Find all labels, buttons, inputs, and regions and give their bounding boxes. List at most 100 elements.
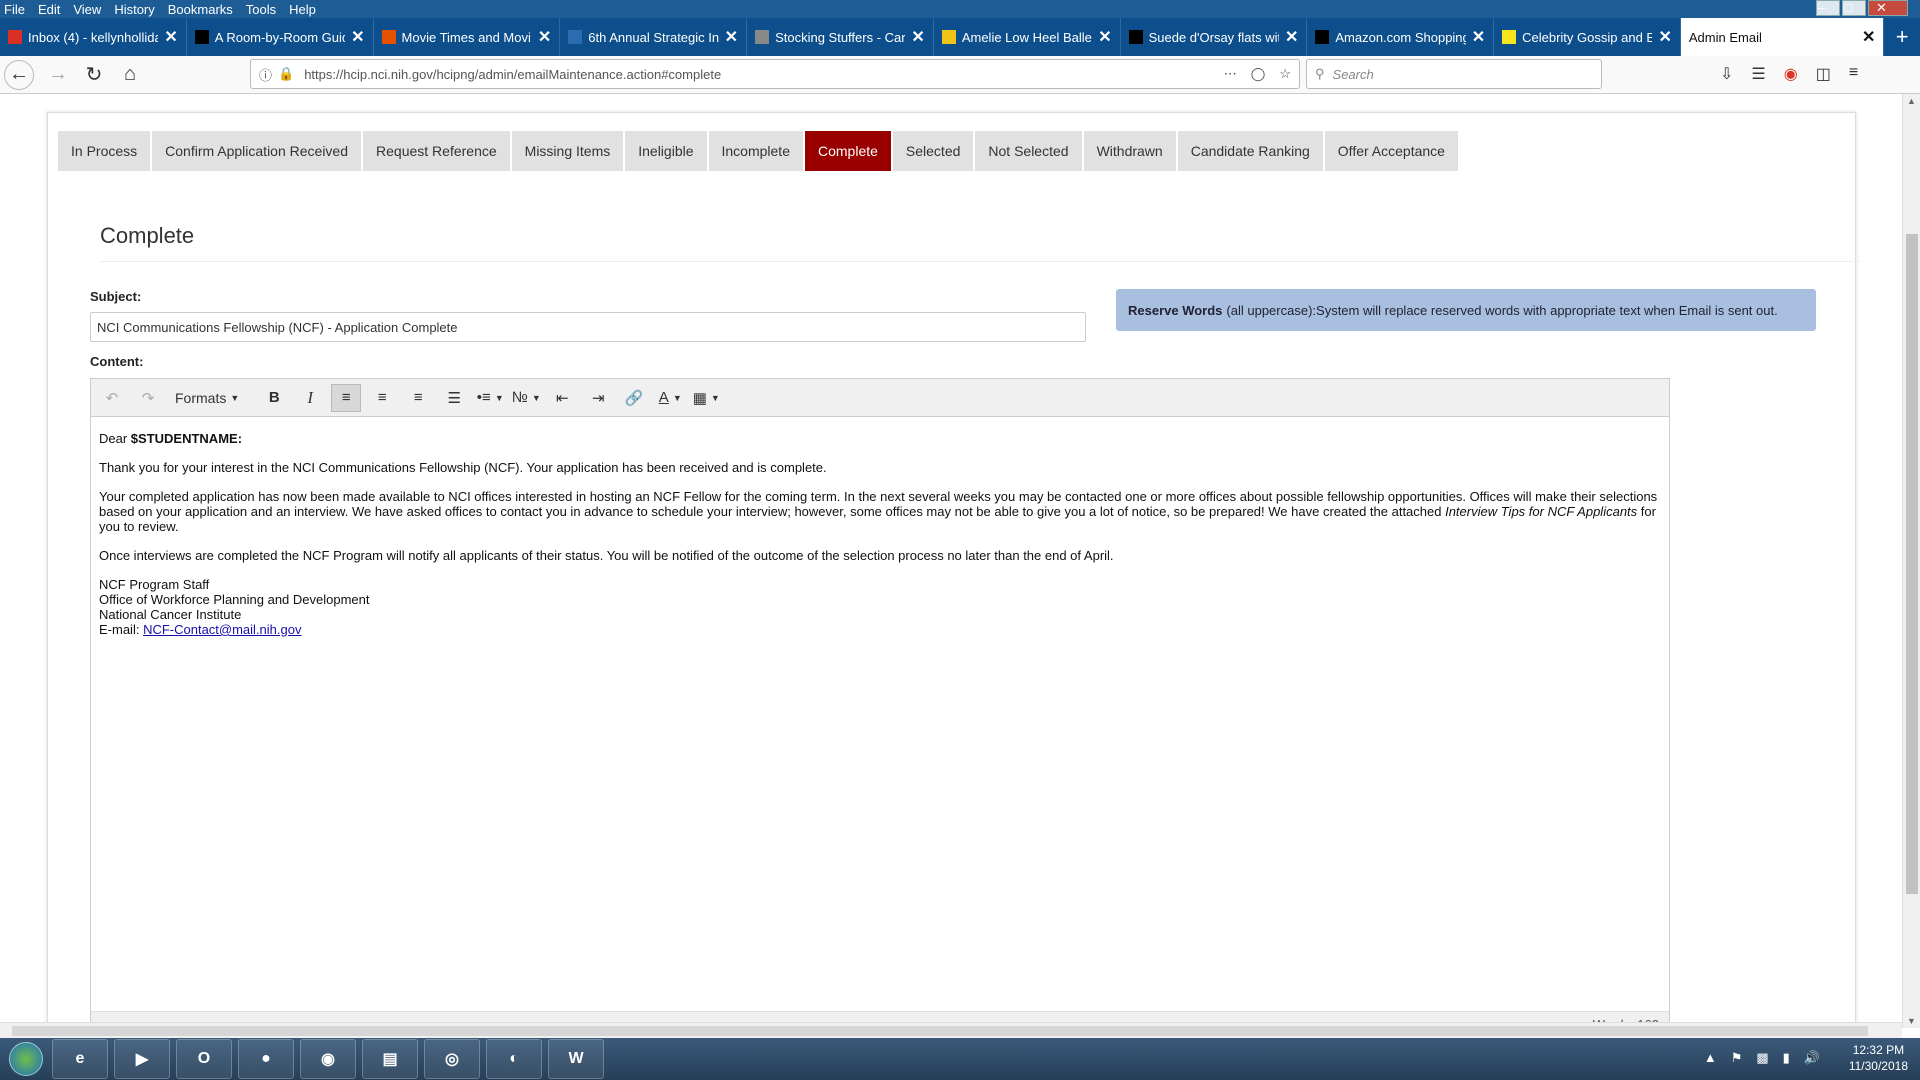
table-button[interactable]: ▦ ▼ (691, 384, 721, 412)
maximize-button[interactable]: □ (1842, 0, 1866, 16)
browser-tab[interactable]: 6th Annual Strategic Int ✕ (560, 18, 748, 56)
browser-tab[interactable]: Amazon.com Shopping ✕ (1307, 18, 1495, 56)
file-explorer-taskbar-button[interactable]: ▤ (362, 1039, 418, 1079)
minimize-button[interactable]: – (1816, 0, 1840, 16)
scroll-down-icon[interactable]: ▼ (1907, 1016, 1916, 1026)
menu-edit[interactable]: Edit (38, 2, 60, 17)
bookmark-star-icon[interactable]: ☆ (1279, 66, 1291, 82)
close-window-button[interactable]: ✕ (1868, 0, 1908, 16)
browser-tab[interactable]: A Room-by-Room Guid ✕ (187, 18, 374, 56)
close-tab-icon[interactable]: ✕ (1472, 27, 1485, 47)
remote-desktop-taskbar-button[interactable]: ◐ (486, 1039, 542, 1079)
url-bar[interactable]: ⓘ 🔒 https://hcip.nci.nih.gov/hcipng/admi… (250, 59, 1300, 89)
menu-view[interactable]: View (73, 2, 101, 17)
tab-not-selected[interactable]: Not Selected (975, 131, 1082, 171)
scroll-up-icon[interactable]: ▲ (1907, 96, 1916, 106)
vertical-scroll-thumb[interactable] (1906, 234, 1918, 894)
horizontal-scrollbar[interactable] (0, 1022, 1902, 1038)
menu-history[interactable]: History (114, 2, 154, 17)
menu-icon[interactable]: ≡ (1849, 64, 1858, 84)
horizontal-scroll-thumb[interactable] (12, 1026, 1868, 1036)
power-icon[interactable]: ▮ (1783, 1050, 1790, 1066)
page-actions-icon[interactable]: ⋯ (1224, 66, 1237, 82)
bullet-list-button[interactable]: •≡ ▼ (475, 384, 505, 412)
tab-ineligible[interactable]: Ineligible (625, 131, 707, 171)
close-tab-icon[interactable]: ✕ (911, 27, 924, 47)
ie-taskbar-button[interactable]: e (52, 1039, 108, 1079)
tab-in-process[interactable]: In Process (58, 131, 151, 171)
library-icon[interactable]: ☰ (1751, 64, 1765, 84)
show-hidden-icons-icon[interactable]: ▲ (1704, 1050, 1717, 1066)
close-tab-icon[interactable]: ✕ (1098, 27, 1111, 47)
tab-selected[interactable]: Selected (892, 131, 974, 171)
close-tab-icon[interactable]: ✕ (725, 27, 738, 47)
forward-button[interactable]: → (40, 60, 76, 90)
close-tab-icon[interactable]: ✕ (1285, 27, 1298, 47)
align-left-button[interactable]: ≡ (331, 383, 362, 412)
menu-bookmarks[interactable]: Bookmarks (168, 2, 233, 17)
volume-icon[interactable]: 🔊 (1804, 1050, 1820, 1066)
bold-button[interactable]: B (259, 384, 289, 412)
tab-request-reference[interactable]: Request Reference (363, 131, 510, 171)
close-tab-icon[interactable]: ✕ (351, 27, 364, 47)
url-text[interactable]: https://hcip.nci.nih.gov/hcipng/admin/em… (304, 67, 721, 82)
align-center-button[interactable]: ≡ (367, 384, 397, 412)
word-taskbar-button[interactable]: W (548, 1039, 604, 1079)
outdent-button[interactable]: ⇤ (547, 384, 577, 412)
pocket-icon[interactable]: ◉ (1784, 64, 1798, 84)
editor-content[interactable]: Dear $STUDENTNAME: Thank you for your in… (91, 417, 1669, 997)
undo-button[interactable]: ↶ (97, 384, 127, 412)
browser-tab[interactable]: Suede d'Orsay flats with ✕ (1121, 18, 1308, 56)
align-right-button[interactable]: ≡ (403, 384, 433, 412)
browser-tab[interactable]: Celebrity Gossip and Ent ✕ (1494, 18, 1681, 56)
link-button[interactable]: 🔗 (619, 384, 649, 412)
info-icon[interactable]: ⓘ (259, 65, 272, 84)
justify-button[interactable]: ☰ (439, 384, 469, 412)
reload-button[interactable]: ↻ (76, 60, 112, 90)
redo-button[interactable]: ↷ (133, 384, 163, 412)
browser-tab[interactable]: Stocking Stuffers - Carly ✕ (747, 18, 934, 56)
browser-tab[interactable]: Movie Times and Movi ✕ (374, 18, 561, 56)
browser-tab[interactable]: Inbox (4) - kellynhollida ✕ (0, 18, 187, 56)
tab-confirm-application-received[interactable]: Confirm Application Received (152, 131, 362, 171)
system-clock[interactable]: 12:32 PM 11/30/2018 (1849, 1042, 1908, 1074)
numbered-list-button[interactable]: № ▼ (511, 384, 541, 412)
vertical-scrollbar[interactable]: ▲ ▼ (1902, 94, 1920, 1028)
formats-dropdown[interactable]: Formats ▼ (169, 384, 245, 412)
subject-input[interactable] (90, 312, 1086, 342)
menu-help[interactable]: Help (289, 2, 316, 17)
flag-icon[interactable]: ⚑ (1731, 1050, 1743, 1066)
network-icon[interactable]: ▩ (1756, 1050, 1768, 1066)
pocket-icon[interactable]: ◯ (1251, 66, 1266, 82)
menu-tools[interactable]: Tools (246, 2, 276, 17)
tab-incomplete[interactable]: Incomplete (708, 131, 803, 171)
firefox-taskbar-button[interactable]: ● (238, 1039, 294, 1079)
tab-candidate-ranking[interactable]: Candidate Ranking (1177, 131, 1323, 171)
home-button[interactable]: ⌂ (112, 60, 148, 90)
close-tab-icon[interactable]: ✕ (164, 27, 177, 47)
tab-offer-acceptance[interactable]: Offer Acceptance (1324, 131, 1458, 171)
browser-tab[interactable]: Amelie Low Heel Balleri ✕ (934, 18, 1121, 56)
search-input[interactable]: ⚲ Search (1306, 59, 1602, 89)
tab-withdrawn[interactable]: Withdrawn (1083, 131, 1176, 171)
close-tab-icon[interactable]: ✕ (1862, 27, 1875, 47)
back-button[interactable]: ← (4, 59, 34, 90)
download-icon[interactable]: ⇩ (1720, 64, 1733, 84)
media-player-taskbar-button[interactable]: ▶ (114, 1039, 170, 1079)
browser-tab[interactable]: Admin Email ✕ (1680, 18, 1885, 56)
indent-button[interactable]: ⇥ (583, 384, 613, 412)
text-color-button[interactable]: A ▼ (655, 384, 685, 412)
tab-missing-items[interactable]: Missing Items (511, 131, 624, 171)
close-tab-icon[interactable]: ✕ (538, 27, 551, 47)
tab-complete[interactable]: Complete (804, 131, 891, 171)
menu-file[interactable]: File (4, 2, 25, 17)
chrome-taskbar-button[interactable]: ◉ (300, 1039, 356, 1079)
spotify-taskbar-button[interactable]: ◎ (424, 1039, 480, 1079)
start-button[interactable] (0, 1038, 52, 1080)
outlook-taskbar-button[interactable]: O (176, 1039, 232, 1079)
italic-button[interactable]: I (295, 384, 325, 412)
new-tab-button[interactable]: + (1884, 18, 1920, 56)
sidebar-icon[interactable]: ◫ (1816, 64, 1831, 84)
email-link[interactable]: NCF-Contact@mail.nih.gov (143, 622, 301, 637)
close-tab-icon[interactable]: ✕ (1658, 27, 1671, 47)
